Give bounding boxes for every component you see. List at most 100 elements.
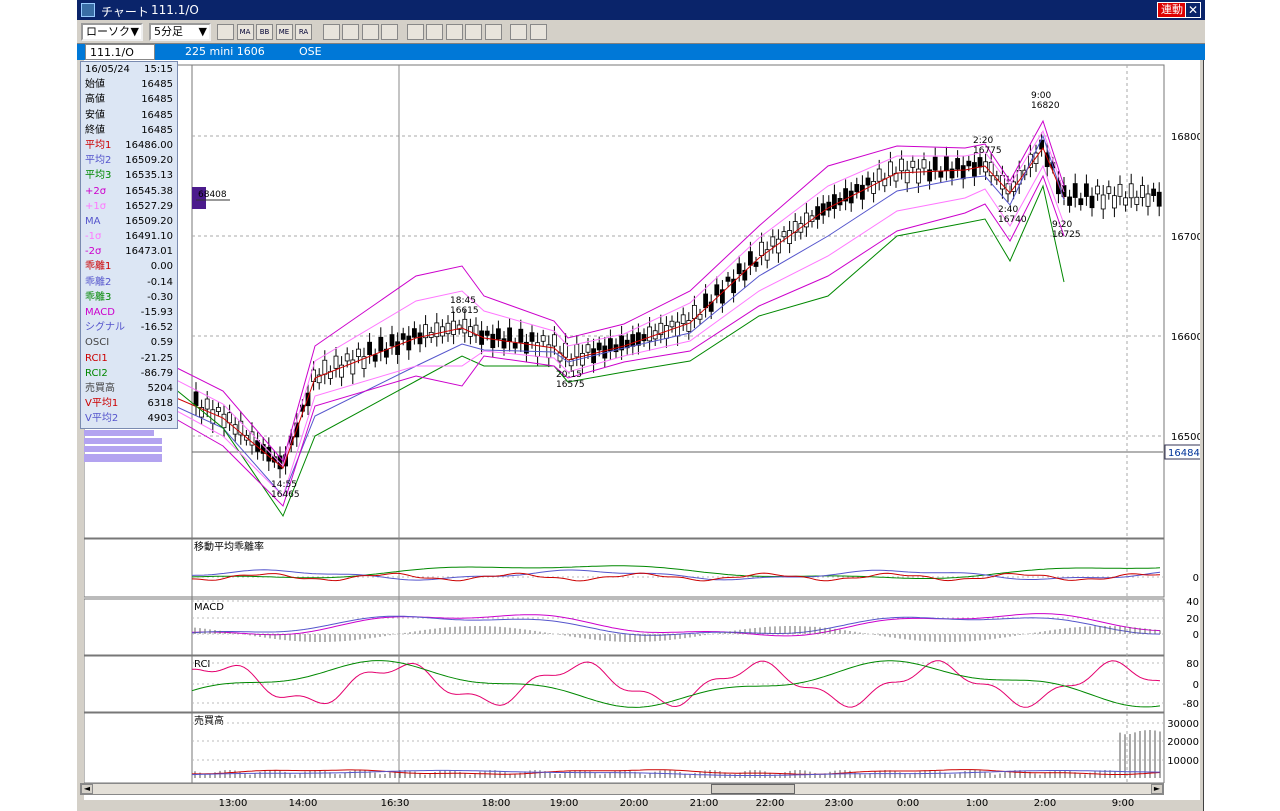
line-chart-icon[interactable]	[322, 24, 340, 40]
panel-axis-label: 0	[1193, 680, 1199, 691]
chart-canvas[interactable]: 16800 16700 16600 16500 16484 68408 14:5516465…	[83, 60, 1203, 784]
candle-body	[445, 322, 451, 335]
symbol-input[interactable]: 111.1/O	[85, 44, 155, 60]
ra-icon[interactable]: RA	[295, 24, 312, 40]
scroll-right-icon[interactable]: ►	[1151, 784, 1163, 794]
data-label: 平均3	[85, 170, 112, 182]
time-tick-label: 1:00	[965, 798, 989, 809]
candle-body	[1134, 196, 1140, 205]
candle-body	[854, 184, 860, 193]
candle-body	[1078, 198, 1084, 206]
data-value: -16.52	[140, 322, 173, 334]
data-value: 16509.20	[125, 215, 173, 227]
candle-body	[574, 343, 580, 358]
data-label: 安値	[85, 109, 105, 121]
settings-icon[interactable]	[217, 24, 234, 40]
me-icon[interactable]: ME	[275, 24, 293, 40]
deviation-panel-title: 移動平均乖離率	[194, 540, 264, 553]
zoom-icon[interactable]	[381, 24, 398, 40]
time-tick-label: 16:30	[380, 798, 410, 809]
panel-axis-label: 0	[1193, 630, 1199, 641]
candle-body	[714, 284, 720, 296]
candle-body	[955, 158, 960, 170]
price-tick-label: 16600	[1171, 332, 1200, 343]
trend-icon[interactable]	[361, 24, 379, 40]
candle-body	[944, 156, 949, 171]
data-row: V平均2 4903	[81, 411, 177, 426]
gann-icon[interactable]	[529, 24, 547, 40]
data-label: 終値	[85, 124, 105, 136]
fib-icon[interactable]	[426, 24, 443, 40]
scroll-left-icon[interactable]: ◄	[81, 784, 93, 794]
annotation-price: 16725	[1052, 230, 1081, 240]
data-row: 高値 16485	[81, 92, 177, 107]
eraser-icon[interactable]	[484, 24, 502, 40]
candle-body	[378, 336, 384, 352]
horizontal-scrollbar[interactable]: ◄ ►	[80, 783, 1164, 795]
candle-body	[781, 231, 787, 238]
candle-body	[815, 206, 820, 220]
candle-body	[372, 354, 378, 362]
price-tick-label: 16500	[1171, 432, 1200, 443]
candle-body	[1072, 183, 1078, 198]
scroll-thumb[interactable]	[711, 784, 795, 794]
time-value: 15:15	[144, 64, 173, 75]
data-label: 乖離3	[85, 291, 112, 303]
data-row: 乖離3 -0.30	[81, 290, 177, 305]
interval-select[interactable]: 5分足 ▼	[149, 23, 211, 41]
rci-panel-title: RCI	[194, 659, 210, 670]
panel-axis-label: 40	[1186, 597, 1199, 608]
data-row: 平均3 16535.13	[81, 168, 177, 183]
ma-icon[interactable]: MA	[236, 24, 254, 40]
data-label: OSCI	[85, 337, 110, 349]
data-row: RCI2 -86.79	[81, 366, 177, 381]
candle-body	[1106, 186, 1112, 194]
candle-body	[1117, 183, 1123, 197]
cursor-icon[interactable]	[465, 24, 482, 40]
chart-area[interactable]: 16800 16700 16600 16500 16484 68408 14:55 16465…	[83, 60, 1203, 800]
candle-body	[960, 165, 966, 180]
candle-body	[355, 348, 361, 357]
candle-body	[865, 177, 871, 186]
chart-type-select[interactable]: ローソク ▼	[81, 23, 143, 41]
candle-icon[interactable]	[342, 24, 359, 40]
pen-icon[interactable]	[445, 24, 463, 40]
close-icon[interactable]: ✕	[1185, 2, 1201, 18]
data-value: 16545.38	[125, 185, 173, 197]
candle-body	[966, 160, 972, 167]
candle-body	[977, 157, 983, 168]
candle-body	[910, 160, 916, 168]
time-tick-label: 9:00	[1111, 798, 1135, 809]
macd-panel-title: MACD	[194, 602, 224, 613]
time-tick-label: 13:00	[218, 798, 248, 809]
exchange-label: OSE	[299, 45, 322, 58]
search-icon[interactable]	[510, 24, 527, 40]
data-value: 16535.13	[125, 170, 173, 182]
annotation-time: 9:00	[1031, 91, 1051, 101]
chart-app-icon	[81, 3, 95, 17]
draw-icon[interactable]	[406, 24, 424, 40]
ma1-line	[152, 146, 1065, 469]
interval-value: 5分足	[154, 25, 183, 38]
time-tick-label: 23:00	[824, 798, 854, 809]
bb-icon[interactable]: BB	[256, 24, 273, 40]
candle-body	[820, 203, 826, 216]
candle-body	[1156, 191, 1162, 207]
volume-profile-bar	[84, 438, 162, 444]
candle-body	[535, 342, 541, 357]
date-value: 16/05/24	[85, 64, 130, 75]
candle-body	[675, 321, 680, 337]
candle-body	[770, 236, 776, 247]
price-tick-label: 16800	[1171, 132, 1200, 143]
macd-line	[191, 613, 1161, 637]
link-button[interactable]: 連動	[1157, 2, 1187, 18]
data-label: 売買高	[85, 382, 115, 394]
annotation-time: 2:40	[998, 205, 1018, 215]
candle-body	[630, 334, 636, 347]
data-label: -2σ	[85, 246, 102, 258]
candle-body	[748, 251, 753, 266]
title-bar[interactable]: チャート 111.1/O 連動 ✕	[77, 0, 1205, 20]
volume-profile-bar	[84, 446, 162, 452]
candle-body	[551, 334, 557, 347]
candle-body	[647, 326, 652, 342]
